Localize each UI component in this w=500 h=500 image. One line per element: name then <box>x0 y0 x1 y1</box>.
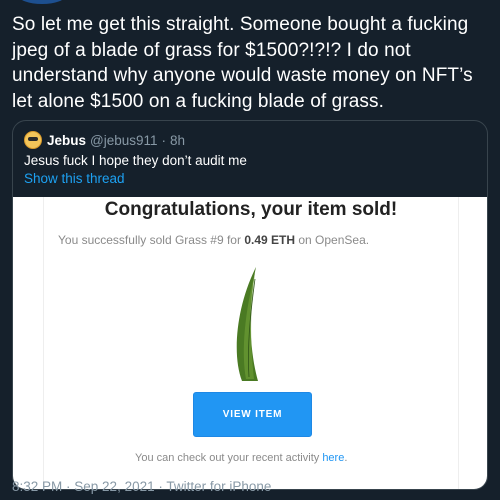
quote-text: Jesus fuck I hope they don’t audit me <box>24 153 247 168</box>
tweet-time[interactable]: 8:32 PM <box>12 479 62 494</box>
tweet-timestamp: 8:32 PM · Sep 22, 2021 · Twitter for iPh… <box>12 479 271 494</box>
email-footer-suffix: . <box>344 452 348 464</box>
email-screenshot: Congratulations, your item sold! You suc… <box>43 197 459 489</box>
timestamp-separator-2: · <box>154 479 167 494</box>
quote-separator: · <box>161 132 167 148</box>
tweet-text: So let me get this straight. Someone bou… <box>12 14 473 112</box>
quoted-tweet-header: Jebus @jebus911 · 8h <box>24 131 185 149</box>
quote-author-handle[interactable]: @jebus911 <box>90 133 158 148</box>
email-sub-suffix: on OpenSea. <box>295 233 370 247</box>
quote-time[interactable]: 8h <box>170 133 185 148</box>
grass-blade-icon <box>236 267 258 381</box>
tweet-date[interactable]: Sep 22, 2021 <box>74 479 154 494</box>
email-footer-link[interactable]: here <box>322 452 344 464</box>
email-sub-amount: 0.49 ETH <box>244 233 296 247</box>
email-sub-prefix: You successfully sold Grass #9 for <box>58 233 245 247</box>
timestamp-separator-1: · <box>62 479 75 494</box>
quoted-media-image[interactable]: Congratulations, your item sold! You suc… <box>13 197 487 489</box>
quote-avatar-icon[interactable] <box>24 131 42 149</box>
email-footer-prefix: You can check out your recent activity <box>135 452 323 464</box>
email-title: Congratulations, your item sold! <box>104 199 398 220</box>
quoted-tweet[interactable]: Jebus @jebus911 · 8h Jesus fuck I hope t… <box>12 120 488 490</box>
view-item-button[interactable]: VIEW ITEM <box>193 392 312 437</box>
tweet-client[interactable]: Twitter for iPhone <box>166 479 271 494</box>
show-thread-link[interactable]: Show this thread <box>24 171 125 186</box>
quote-author-name[interactable]: Jebus <box>47 133 86 148</box>
author-avatar[interactable] <box>18 0 66 4</box>
email-subtitle: You successfully sold Grass #9 for 0.49 … <box>58 233 369 247</box>
email-footer: You can check out your recent activity h… <box>135 452 347 464</box>
